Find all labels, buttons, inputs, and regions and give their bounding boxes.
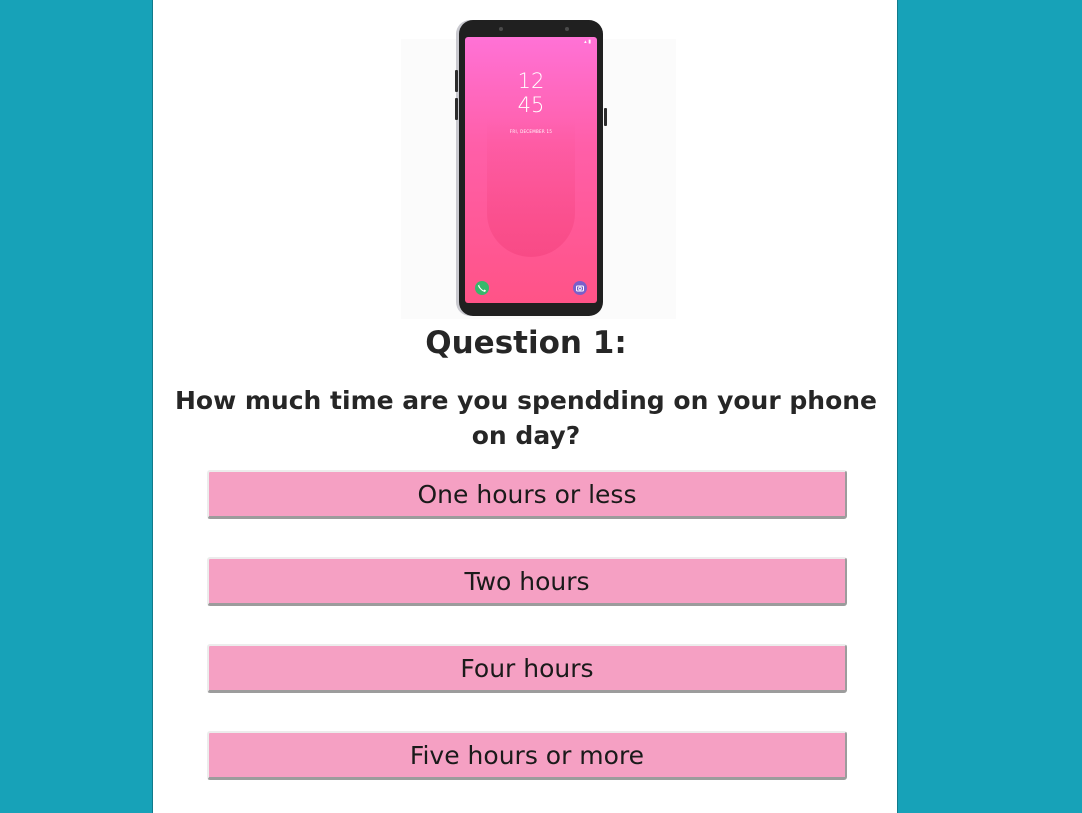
quiz-card: ▴ ▮ 12 45 FRI, DECEMBER 15 Question 1: H… [152,0,898,813]
front-sensor [499,27,503,31]
phone-image: ▴ ▮ 12 45 FRI, DECEMBER 15 [401,14,676,320]
phone-body: ▴ ▮ 12 45 FRI, DECEMBER 15 [455,20,607,316]
answer-button-five-hours[interactable]: Five hours or more [207,731,847,780]
power-button [604,108,607,126]
answer-button-one-hour[interactable]: One hours or less [207,470,847,519]
phone-icon [475,281,489,295]
camera-icon [573,281,587,295]
status-bar: ▴ ▮ [584,39,591,45]
volume-button [455,98,458,120]
clock-date: FRI, DECEMBER 15 [509,129,553,134]
phone-screen: ▴ ▮ 12 45 FRI, DECEMBER 15 [465,37,597,303]
question-title: Question 1: [425,325,627,361]
clock-hours: 12 [517,69,545,93]
front-camera [565,27,569,31]
answer-button-four-hours[interactable]: Four hours [207,644,847,693]
clock-minutes: 45 [517,93,545,117]
question-text: How much time are you spendding on your … [174,386,877,450]
volume-button [455,70,458,92]
screen-wallpaper-shape [487,117,575,257]
answer-button-two-hours[interactable]: Two hours [207,557,847,606]
